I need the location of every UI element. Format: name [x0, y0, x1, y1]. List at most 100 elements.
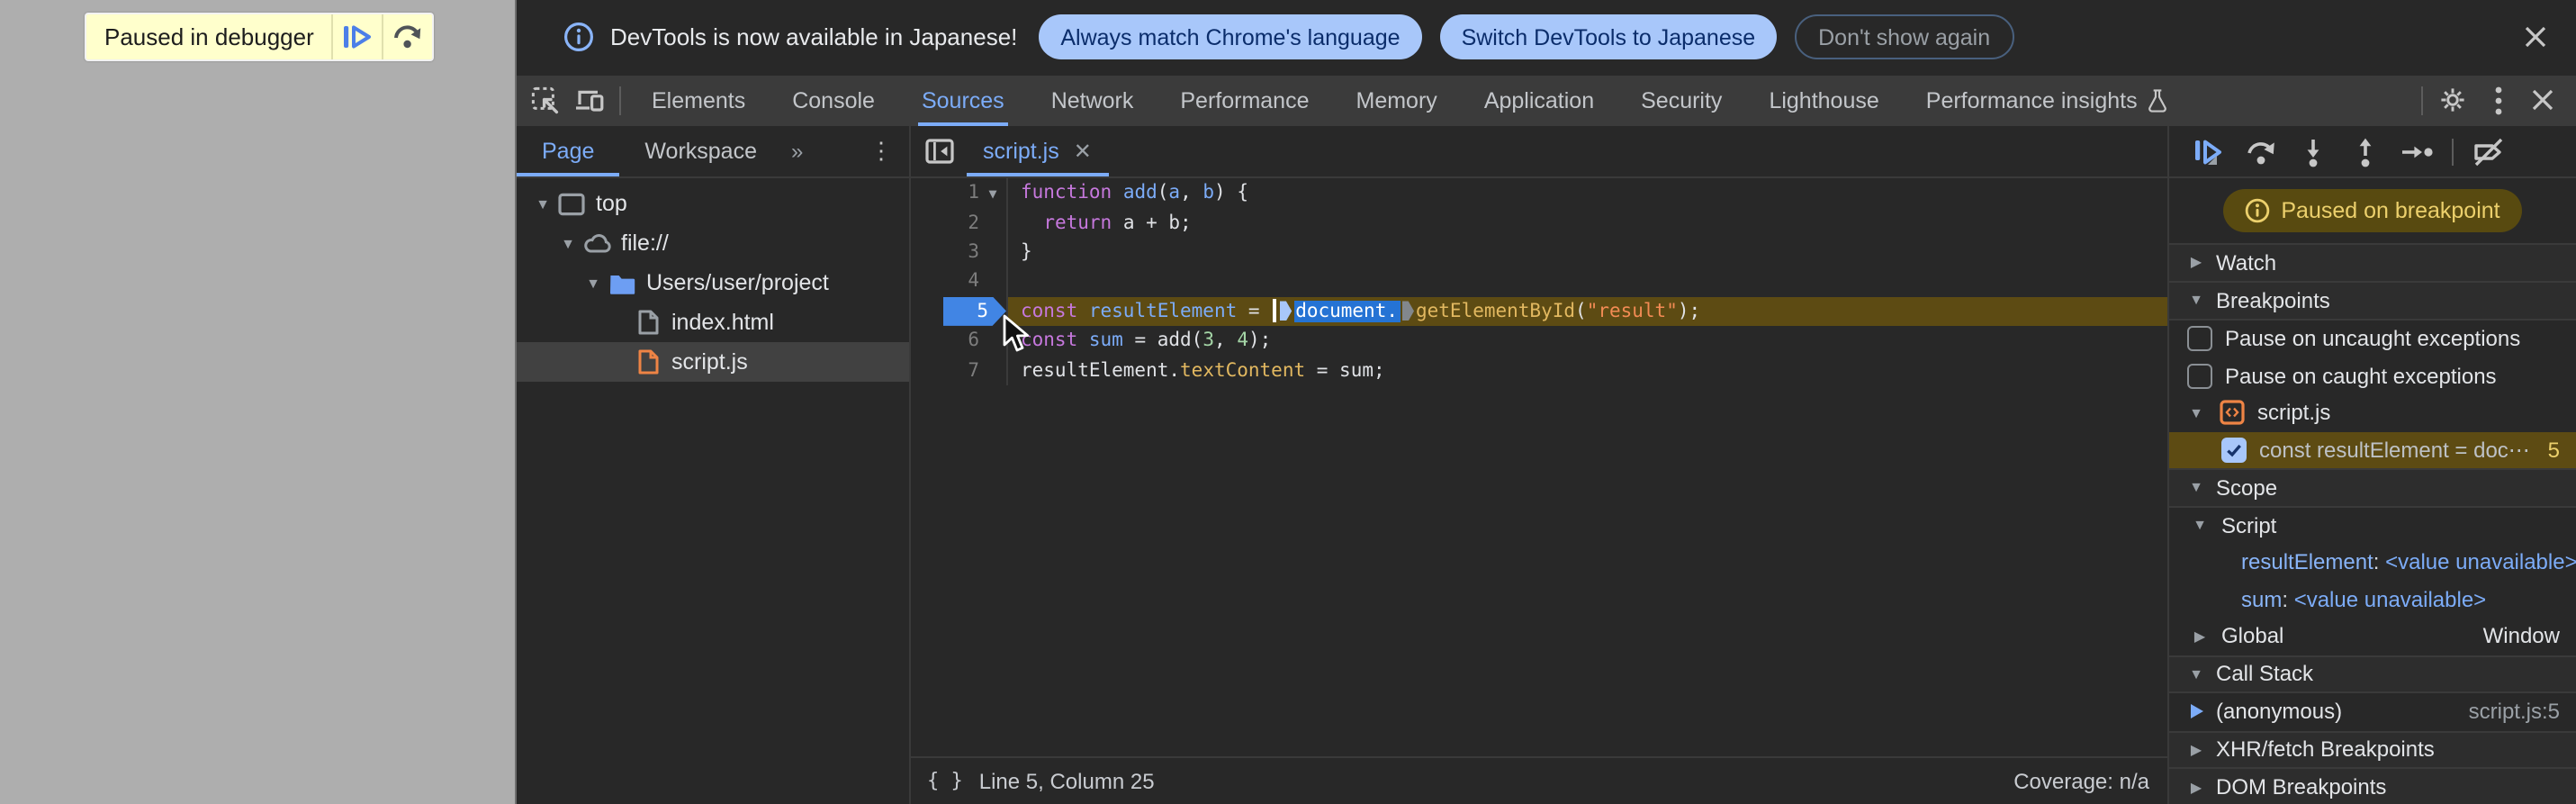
- tree-item-users-user-project[interactable]: ▼ Users/user/project: [517, 263, 909, 303]
- step-over-button[interactable]: [2234, 126, 2286, 176]
- tree-item-script-js[interactable]: script.js: [517, 342, 909, 382]
- scope-group-script[interactable]: ▼ Script: [2169, 507, 2576, 544]
- more-tabs-button[interactable]: »: [782, 126, 814, 176]
- breakpoint-snippet: const resultElement = doc⋯: [2259, 437, 2530, 463]
- settings-button[interactable]: [2430, 75, 2475, 126]
- chevron-down-icon[interactable]: ▼: [556, 235, 580, 251]
- info-icon: [564, 23, 593, 52]
- tab-elements[interactable]: Elements: [628, 75, 769, 126]
- variable-name: resultElement: [2241, 549, 2373, 575]
- debugger-toolbar: [2169, 126, 2576, 178]
- more-options-button[interactable]: [2475, 75, 2520, 126]
- deactivate-breakpoints-button[interactable]: [2463, 126, 2515, 176]
- tab-page[interactable]: Page: [517, 126, 620, 176]
- code-token: add: [1122, 182, 1157, 204]
- code-token: function: [1021, 182, 1112, 204]
- editor-tab-scriptjs[interactable]: script.js ✕: [967, 126, 1111, 176]
- code-line-text: return a + b;: [1006, 207, 2167, 238]
- notification-action-don-t-show-again[interactable]: Don't show again: [1795, 14, 2014, 60]
- breakpoint-options: Pause on uncaught exceptions Pause on cau…: [2169, 321, 2576, 394]
- resume-script-button[interactable]: [2182, 126, 2234, 176]
- notification-actions: Always match Chrome's language Switch Dev…: [1039, 14, 2014, 60]
- tab-label: Memory: [1356, 87, 1437, 113]
- banner-step-over-button[interactable]: [384, 14, 433, 59]
- code-line-6[interactable]: 6 const sum = add(3, 4);: [911, 325, 2167, 356]
- experiment-flask-icon: [2148, 88, 2167, 113]
- notification-action-switch-devtools-to-japanese[interactable]: Switch DevTools to Japanese: [1439, 14, 1778, 60]
- gear-icon: [2441, 88, 2464, 113]
- breakpoint-option-pause-on-uncaught-exceptions[interactable]: Pause on uncaught exceptions: [2169, 321, 2576, 357]
- deactivate-breakpoints-icon: [2474, 137, 2503, 166]
- callstack-frame[interactable]: (anonymous) script.js:5: [2169, 693, 2576, 730]
- tab-lighthouse[interactable]: Lighthouse: [1745, 75, 1902, 126]
- section-scope[interactable]: ▼ Scope: [2169, 468, 2576, 507]
- checkbox-unchecked[interactable]: [2187, 326, 2212, 352]
- tab-memory[interactable]: Memory: [1333, 75, 1461, 126]
- section-breakpoints[interactable]: ▼ Breakpoints: [2169, 282, 2576, 321]
- tab-security[interactable]: Security: [1617, 75, 1745, 126]
- tab-workspace[interactable]: Workspace: [619, 126, 782, 176]
- watch-section-label: Watch: [2216, 249, 2277, 276]
- tab-performance[interactable]: Performance: [1157, 75, 1332, 126]
- collapse-sidebar-button[interactable]: [911, 126, 967, 176]
- breakpoint-option-pause-on-caught-exceptions[interactable]: Pause on caught exceptions: [2169, 357, 2576, 394]
- code-line-5[interactable]: 5 const resultElement = document. getEleme…: [911, 296, 2167, 326]
- notification-action-always-match-chrome-s-language[interactable]: Always match Chrome's language: [1039, 14, 1422, 60]
- toggle-device-toolbar-button[interactable]: [567, 75, 612, 126]
- code-line-4[interactable]: 4: [911, 266, 2167, 297]
- code-line-3[interactable]: 3}: [911, 237, 2167, 267]
- section-call-stack[interactable]: ▼ Call Stack: [2169, 655, 2576, 693]
- tree-item-top[interactable]: ▼ top: [517, 184, 909, 223]
- inspect-element-button[interactable]: [522, 75, 567, 126]
- step-into-button[interactable]: [2286, 126, 2338, 176]
- scope-group-global[interactable]: ▶ Global Window: [2169, 618, 2576, 655]
- code-line-text: const resultElement = document. getElemen…: [1006, 296, 2167, 326]
- step-button[interactable]: [2391, 126, 2443, 176]
- scope-variable-resultelement[interactable]: resultElement: <value unavailable>: [2169, 544, 2576, 581]
- tree-item-index-html[interactable]: index.html: [517, 303, 909, 342]
- section-watch[interactable]: ▶ Watch: [2169, 243, 2576, 282]
- chevron-down-icon[interactable]: ▼: [531, 195, 554, 212]
- section-xhr-breakpoints[interactable]: ▶ XHR/fetch Breakpoints: [2169, 730, 2576, 769]
- code-token: = add(: [1122, 330, 1203, 352]
- tab-sources[interactable]: Sources: [898, 75, 1028, 126]
- inline-breakpoint-marker[interactable]: [1401, 301, 1414, 321]
- navigator-more-options-button[interactable]: ⋮: [853, 126, 909, 176]
- cloud-icon: [581, 230, 612, 257]
- chevron-down-icon[interactable]: ▼: [581, 275, 605, 291]
- code-token: return: [1043, 212, 1112, 234]
- notification-close-button[interactable]: [2511, 14, 2558, 61]
- tab-network[interactable]: Network: [1028, 75, 1157, 126]
- code-line-2[interactable]: 2 return a + b;: [911, 207, 2167, 238]
- tab-performance-insights[interactable]: Performance insights: [1903, 75, 2193, 126]
- code-line-text: resultElement. textContent = sum;: [1006, 355, 2167, 385]
- close-devtools-button[interactable]: [2520, 75, 2565, 126]
- line-number: 2: [968, 212, 979, 234]
- fold-arrow-icon[interactable]: ▼: [979, 178, 1006, 208]
- inline-breakpoint-marker[interactable]: [1279, 301, 1293, 321]
- code-line-7[interactable]: 7 resultElement. textContent = sum;: [911, 355, 2167, 385]
- pretty-print-icon[interactable]: { }: [927, 769, 963, 792]
- line-number: 6: [968, 330, 979, 352]
- line-number: 7: [968, 359, 979, 382]
- code-line-1[interactable]: 1 ▼ function add(a, b) {: [911, 178, 2167, 208]
- checkbox-unchecked[interactable]: [2187, 363, 2212, 389]
- banner-resume-button[interactable]: [334, 14, 383, 59]
- section-dom-breakpoints[interactable]: ▶ DOM Breakpoints: [2169, 769, 2576, 804]
- chevron-down-icon: ▼: [2189, 479, 2203, 496]
- breakpoint-entry[interactable]: const resultElement = doc⋯ 5: [2169, 431, 2576, 468]
- tree-item-file-[interactable]: ▼ file://: [517, 223, 909, 263]
- checkbox-checked[interactable]: [2221, 437, 2247, 463]
- breakpoint-file-group[interactable]: ▼ script.js: [2169, 394, 2576, 431]
- tab-console[interactable]: Console: [769, 75, 898, 126]
- scope-variable-sum[interactable]: sum: <value unavailable>: [2169, 581, 2576, 618]
- breakpoint-file-label: script.js: [2257, 400, 2331, 426]
- close-tab-icon[interactable]: ✕: [1074, 139, 1092, 164]
- main-tabbar: Elements Console Sources Network Performance…: [517, 75, 2576, 126]
- step-out-button[interactable]: [2338, 126, 2391, 176]
- tab-application[interactable]: Application: [1461, 75, 1617, 126]
- code-editor[interactable]: 1 ▼ function add(a, b) {2 return a + b; 3} 4…: [911, 178, 2167, 755]
